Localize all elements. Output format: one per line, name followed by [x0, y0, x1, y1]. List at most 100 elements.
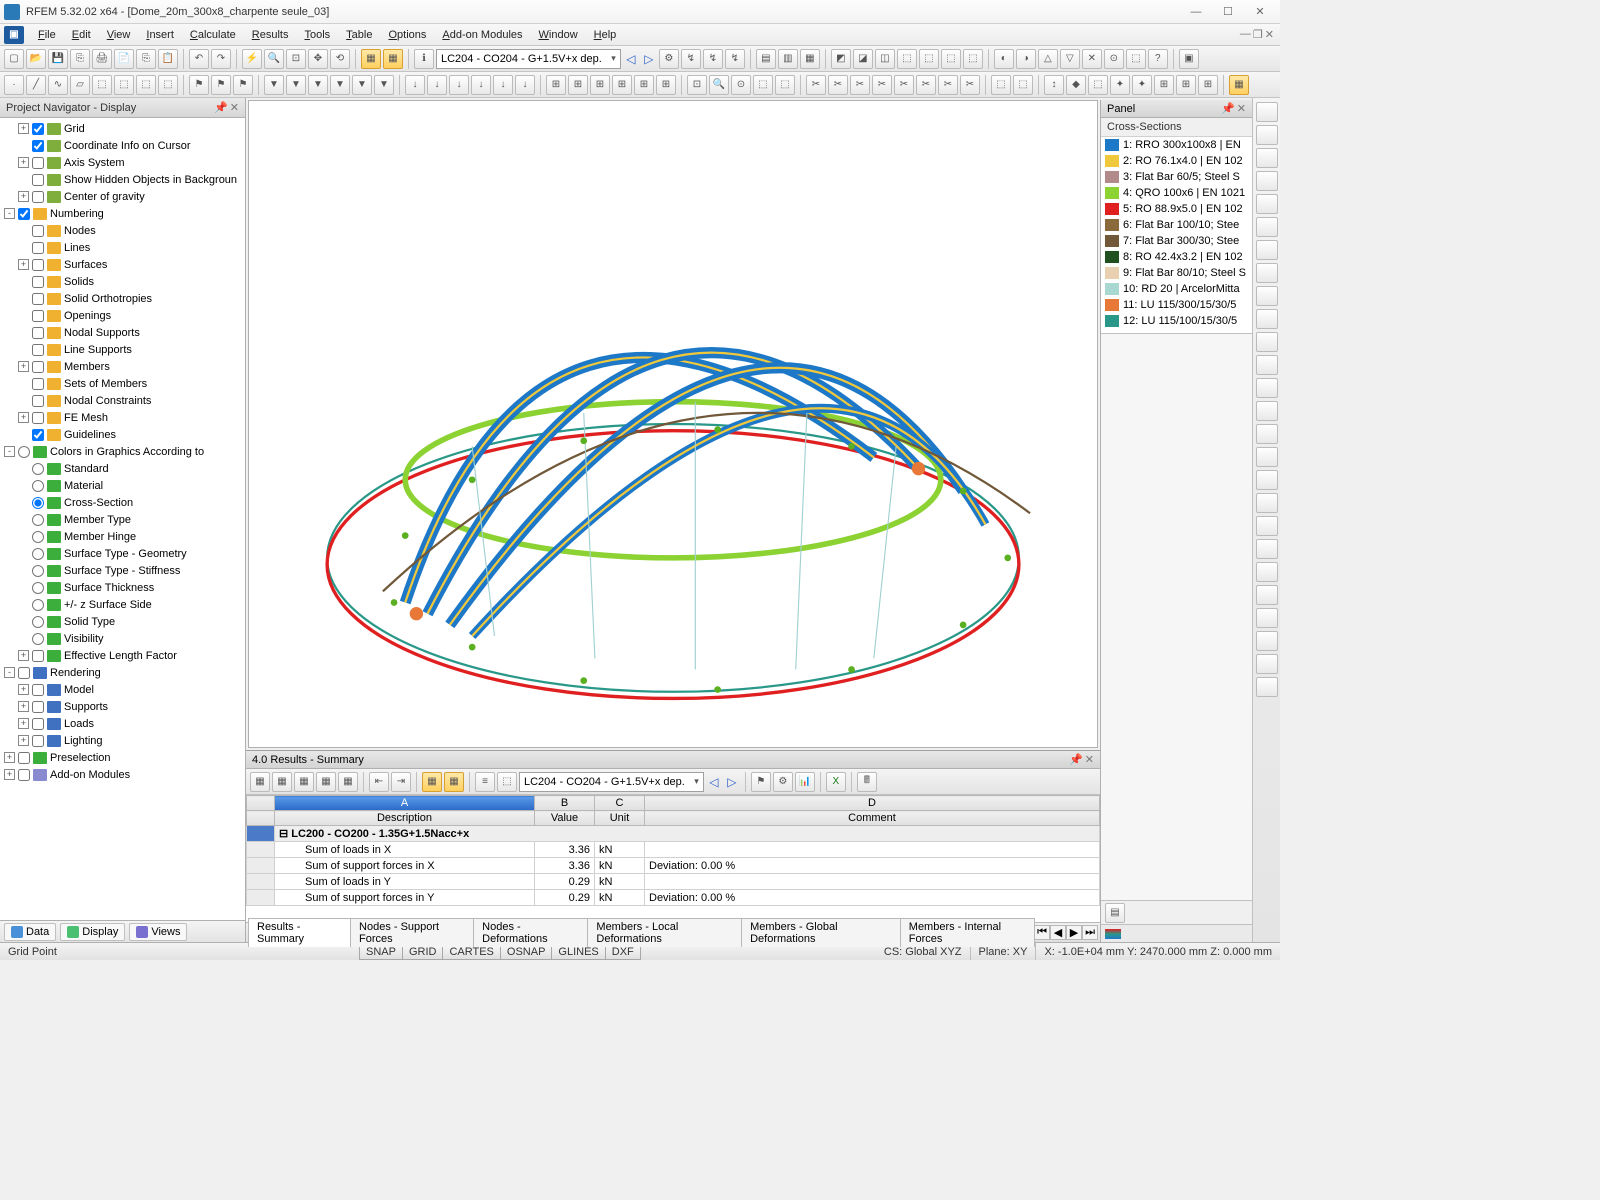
tree-coordinate-info-on-cursor[interactable]: Coordinate Info on Cursor — [0, 137, 245, 154]
rstrip-btn-8[interactable] — [1256, 286, 1278, 306]
tree-check[interactable] — [32, 344, 44, 356]
tree-check[interactable] — [32, 276, 44, 288]
new-button[interactable]: ▢ — [4, 49, 24, 69]
tb-t[interactable]: ⊙ — [1104, 49, 1124, 69]
paste-button[interactable]: 📋 — [158, 49, 178, 69]
t2-43[interactable]: ⬚ — [991, 75, 1011, 95]
t2-39[interactable]: ✂ — [894, 75, 914, 95]
tree-check[interactable] — [32, 497, 44, 509]
rtab-prev[interactable]: ◀ — [1050, 925, 1066, 940]
view2-button[interactable]: ▦ — [383, 49, 403, 69]
cs-item[interactable]: 10: RD 20 | ArcelorMitta — [1101, 281, 1252, 297]
tree-check[interactable] — [32, 463, 44, 475]
tree-check[interactable] — [32, 361, 44, 373]
tree-nodal-supports[interactable]: Nodal Supports — [0, 324, 245, 341]
tree-check[interactable] — [18, 769, 30, 781]
t2-27[interactable]: ⊞ — [612, 75, 632, 95]
result-row[interactable]: Sum of loads in Y0.29kN — [247, 874, 1100, 890]
tb-g[interactable]: ▦ — [800, 49, 820, 69]
tree-check[interactable] — [32, 429, 44, 441]
rstrip-btn-22[interactable] — [1256, 608, 1278, 628]
t2-17[interactable]: ▼ — [374, 75, 394, 95]
menu-window[interactable]: Window — [531, 26, 586, 44]
rstrip-btn-19[interactable] — [1256, 539, 1278, 559]
tree-nodal-constraints[interactable]: Nodal Constraints — [0, 392, 245, 409]
pin-icon[interactable]: 📌 — [214, 101, 228, 114]
tree-rendering[interactable]: -Rendering — [0, 664, 245, 681]
t2-5[interactable]: ⬚ — [92, 75, 112, 95]
tree-nodes[interactable]: Nodes — [0, 222, 245, 239]
rtab-next[interactable]: ▶ — [1066, 925, 1082, 940]
tb-a[interactable]: ⚙ — [659, 49, 679, 69]
navigator-tree[interactable]: +Grid Coordinate Info on Cursor+Axis Sys… — [0, 118, 245, 920]
tree-supports[interactable]: +Supports — [0, 698, 245, 715]
t2-14[interactable]: ▼ — [308, 75, 328, 95]
tree-solid-type[interactable]: Solid Type — [0, 613, 245, 630]
tree-fe-mesh[interactable]: +FE Mesh — [0, 409, 245, 426]
rstrip-btn-1[interactable] — [1256, 125, 1278, 145]
rstrip-btn-6[interactable] — [1256, 240, 1278, 260]
tree-check[interactable] — [32, 327, 44, 339]
rstrip-btn-3[interactable] — [1256, 171, 1278, 191]
results-grid[interactable]: A B C D Description Value Unit Comment ⊟… — [246, 795, 1100, 922]
rstrip-btn-20[interactable] — [1256, 562, 1278, 582]
rt-excel[interactable]: X — [826, 772, 846, 792]
rstrip-btn-4[interactable] — [1256, 194, 1278, 214]
t2-45[interactable]: ↕ — [1044, 75, 1064, 95]
t2-12[interactable]: ▼ — [264, 75, 284, 95]
col-c[interactable]: C — [595, 796, 645, 811]
t2-4[interactable]: ▱ — [70, 75, 90, 95]
rt-7[interactable]: ⇥ — [391, 772, 411, 792]
t2-19[interactable]: ↓ — [427, 75, 447, 95]
t2-2[interactable]: ╱ — [26, 75, 46, 95]
tree-center-of-gravity[interactable]: +Center of gravity — [0, 188, 245, 205]
tree-member-type[interactable]: Member Type — [0, 511, 245, 528]
cs-item[interactable]: 3: Flat Bar 60/5; Steel S — [1101, 169, 1252, 185]
tree-check[interactable] — [32, 259, 44, 271]
tree-check[interactable] — [32, 650, 44, 662]
tree-check[interactable] — [32, 582, 44, 594]
panel-foot-btn[interactable]: ▤ — [1105, 903, 1125, 923]
tree-solid-orthotropies[interactable]: Solid Orthotropies — [0, 290, 245, 307]
menu-options[interactable]: Options — [380, 26, 434, 44]
menu-help[interactable]: Help — [586, 26, 625, 44]
tb-e[interactable]: ▤ — [756, 49, 776, 69]
t2-23[interactable]: ↓ — [515, 75, 535, 95]
zoom-button[interactable]: 🔍 — [264, 49, 284, 69]
tree-check[interactable] — [32, 480, 44, 492]
t2-47[interactable]: ⬚ — [1088, 75, 1108, 95]
saveall-button[interactable]: ⎘ — [70, 49, 90, 69]
t2-48[interactable]: ✦ — [1110, 75, 1130, 95]
rstrip-btn-5[interactable] — [1256, 217, 1278, 237]
menu-calculate[interactable]: Calculate — [182, 26, 244, 44]
tree-check[interactable] — [18, 208, 30, 220]
rstrip-btn-18[interactable] — [1256, 516, 1278, 536]
menu-table[interactable]: Table — [338, 26, 380, 44]
results-pin-icon[interactable]: 📌 — [1069, 753, 1083, 766]
redo-button[interactable]: ↷ — [211, 49, 231, 69]
tab-views[interactable]: Views — [129, 923, 187, 941]
mdi-close-icon[interactable]: ✕ — [1265, 28, 1274, 41]
tree-lines[interactable]: Lines — [0, 239, 245, 256]
tree-check[interactable] — [18, 446, 30, 458]
lc-next-button[interactable]: ▷ — [641, 51, 657, 67]
tree-check[interactable] — [32, 633, 44, 645]
minimize-button[interactable]: — — [1180, 3, 1212, 21]
tb-o[interactable]: ◐ — [994, 49, 1014, 69]
tree-surface-type-stiffness[interactable]: Surface Type - Stiffness — [0, 562, 245, 579]
rstrip-btn-24[interactable] — [1256, 654, 1278, 674]
tree-check[interactable] — [32, 242, 44, 254]
tree-model[interactable]: +Model — [0, 681, 245, 698]
results-tab-4[interactable]: Members - Global Deformations — [741, 918, 901, 947]
col-b[interactable]: B — [535, 796, 595, 811]
cross-section-list[interactable]: 1: RRO 300x100x8 | EN2: RO 76.1x4.0 | EN… — [1101, 137, 1252, 334]
tree-axis-system[interactable]: +Axis System — [0, 154, 245, 171]
tb-c[interactable]: ↯ — [703, 49, 723, 69]
t2-51[interactable]: ⊞ — [1176, 75, 1196, 95]
rstrip-btn-14[interactable] — [1256, 424, 1278, 444]
rstrip-btn-13[interactable] — [1256, 401, 1278, 421]
tb-u[interactable]: ⬚ — [1126, 49, 1146, 69]
t2-29[interactable]: ⊞ — [656, 75, 676, 95]
t2-7[interactable]: ⬚ — [136, 75, 156, 95]
tb-n[interactable]: ⬚ — [963, 49, 983, 69]
